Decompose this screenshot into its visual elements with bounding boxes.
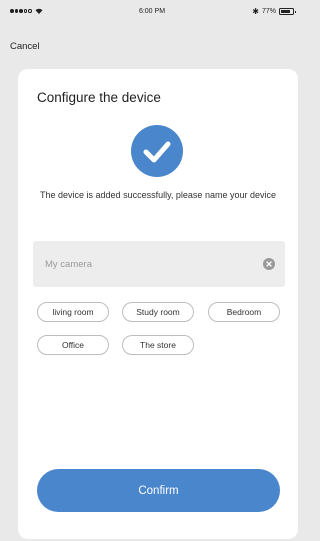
battery-percent: 77%	[261, 8, 276, 15]
success-message: The device is added successfully, please…	[40, 190, 276, 200]
cancel-button[interactable]: Cancel	[10, 41, 40, 52]
bluetooth-icon: ✱	[252, 7, 259, 16]
device-name-input[interactable]	[43, 257, 247, 271]
confirm-button[interactable]: Confirm	[37, 469, 280, 512]
status-right: ✱ 77%	[252, 7, 296, 16]
page-title: Configure the device	[37, 90, 161, 105]
checkmark-circle-icon	[131, 125, 183, 177]
room-chip-the-store[interactable]: The store	[122, 335, 194, 355]
device-name-field	[33, 241, 285, 287]
battery-icon	[279, 8, 296, 15]
configure-card: Configure the device The device is added…	[18, 69, 298, 539]
room-chip-office[interactable]: Office	[37, 335, 109, 355]
clear-circle-icon[interactable]	[263, 258, 275, 270]
room-chip-study-room[interactable]: Study room	[122, 302, 194, 322]
status-bar: 6:00 PM ✱ 77%	[0, 0, 304, 20]
room-chip-bedroom[interactable]: Bedroom	[208, 302, 280, 322]
room-chip-living-room[interactable]: living room	[37, 302, 109, 322]
